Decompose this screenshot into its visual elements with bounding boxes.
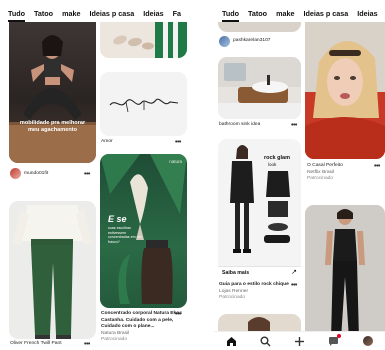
- more-options-icon[interactable]: •••: [291, 122, 297, 129]
- pin-natura-ad[interactable]: natura E se suas escolhas estivessem con…: [100, 154, 187, 308]
- tattoo-sketch-image: [109, 98, 179, 113]
- plus-icon[interactable]: [292, 334, 306, 348]
- more-options-icon[interactable]: •••: [84, 171, 90, 178]
- pin-partial-top[interactable]: [218, 22, 301, 32]
- pin-netflix-ad[interactable]: [305, 22, 385, 159]
- left-tab-bar: Tudo Tatoo make Ideias p casa Ideias Fa: [0, 0, 181, 22]
- tab-tudo[interactable]: Tudo: [8, 0, 26, 22]
- ad-overlay-heading: rock glam: [264, 155, 290, 161]
- woman-portrait-image: [305, 22, 385, 159]
- ad-overlay-sub: look: [268, 162, 277, 167]
- profile-avatar[interactable]: [361, 334, 375, 348]
- tab-tudo[interactable]: Tudo: [222, 0, 240, 22]
- ad-body: suas escolhas estivessem concentradas em…: [108, 226, 142, 245]
- sponsored-label: Patrocinado: [219, 295, 246, 301]
- right-feed-screen: Tudo Tatoo make Ideias p casa Ideias pas…: [214, 0, 385, 350]
- pin-amor[interactable]: [100, 72, 187, 136]
- notification-dot: [336, 334, 341, 338]
- more-options-icon[interactable]: •••: [291, 282, 297, 289]
- chat-icon[interactable]: [327, 334, 341, 348]
- user-avatar[interactable]: [10, 168, 21, 179]
- home-icon[interactable]: [224, 334, 238, 348]
- pin-bathroom-sink[interactable]: [218, 57, 301, 119]
- more-options-icon[interactable]: •••: [175, 139, 181, 146]
- pin-title[interactable]: Guia para o estilo rock chique: [219, 282, 299, 289]
- natura-logo: natura: [169, 159, 182, 164]
- ad-caption: O Casal Perfeito Netflix Brasil Patrocin…: [307, 163, 381, 183]
- left-feed-screen: Tudo Tatoo make Ideias p casa Ideias Fa …: [0, 0, 192, 350]
- pin-fitness-video[interactable]: mobilidade pra melhorar meu agachamento: [9, 22, 96, 163]
- search-icon[interactable]: [258, 334, 272, 348]
- tab-tatoo[interactable]: Tatoo: [34, 0, 53, 20]
- pin-title[interactable]: O Casal Perfeito: [307, 163, 381, 170]
- arrow-up-right-icon[interactable]: ↗: [291, 268, 297, 276]
- pin-username[interactable]: pashkarelan3107: [233, 38, 271, 45]
- ad-heading: E se: [108, 214, 127, 224]
- pin-title: bathroom sink idea: [219, 122, 261, 127]
- bathroom-image: [218, 57, 301, 119]
- ad-caption: Guia para o estilo rock chique Lojas Ren…: [219, 282, 299, 302]
- ad-caption: Concentrado corporal Natura Ekos Castanh…: [101, 311, 185, 344]
- screen-gutter: [192, 0, 214, 350]
- nails-image: [113, 22, 187, 58]
- pin-title[interactable]: Concentrado corporal Natura Ekos Castanh…: [101, 311, 185, 331]
- pin-overlay-text: mobilidade pra melhorar meu agachamento: [19, 120, 86, 134]
- pin-green-pants[interactable]: [9, 201, 96, 339]
- tab-ideias[interactable]: Ideias: [143, 0, 163, 20]
- tab-ideias-p-casa[interactable]: Ideias p casa: [89, 0, 134, 20]
- tab-make[interactable]: make: [276, 0, 294, 20]
- right-tab-bar: Tudo Tatoo make Ideias p casa Ideias: [214, 0, 378, 22]
- pin-black-outfit[interactable]: [305, 205, 385, 342]
- avatar: [362, 336, 373, 346]
- tab-fa[interactable]: Fa: [173, 0, 181, 20]
- tab-ideias-p-casa[interactable]: Ideias p casa: [303, 0, 348, 20]
- sponsored-label: Patrocinado: [307, 176, 334, 182]
- cta-bar[interactable]: Saiba mais ↗: [218, 266, 301, 279]
- bottom-navigation-bar: [214, 331, 385, 350]
- outfit-image: [13, 205, 92, 339]
- more-options-icon[interactable]: •••: [175, 311, 181, 318]
- user-avatar[interactable]: [219, 36, 230, 47]
- pin-title: Amor: [101, 139, 113, 144]
- pin-nails[interactable]: [100, 22, 187, 58]
- pin-title: Oliver French Twill Pant: [10, 341, 62, 346]
- cta-button[interactable]: Saiba mais: [222, 270, 249, 276]
- pin-username[interactable]: mundo01fit: [24, 171, 48, 178]
- sponsored-label: Patrocinado: [101, 337, 128, 343]
- fitness-woman-image: [9, 35, 96, 163]
- pin-rock-glam-ad[interactable]: rock glam look Saiba mais ↗: [218, 139, 301, 279]
- black-outfit-image: [305, 205, 385, 342]
- tab-make[interactable]: make: [62, 0, 80, 20]
- more-options-icon[interactable]: •••: [374, 163, 380, 170]
- tab-tatoo[interactable]: Tatoo: [248, 0, 267, 20]
- more-options-icon[interactable]: •••: [84, 341, 90, 348]
- tab-ideias[interactable]: Ideias: [357, 0, 377, 20]
